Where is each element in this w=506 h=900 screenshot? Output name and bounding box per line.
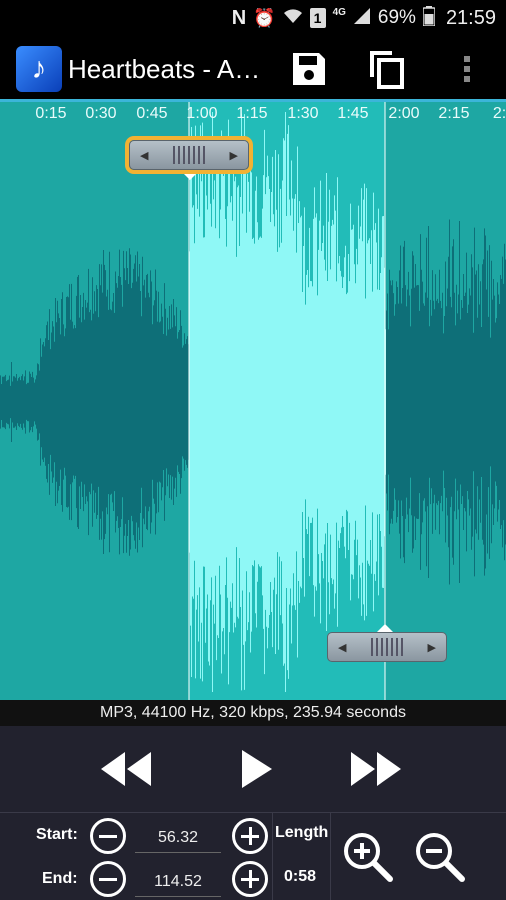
overflow-menu-icon bbox=[464, 56, 470, 82]
end-decrement-button[interactable] bbox=[90, 861, 126, 897]
divider bbox=[330, 813, 331, 900]
divider bbox=[272, 813, 273, 900]
status-bar: N ⏰ 1 4G 69% 21:59 bbox=[0, 0, 506, 36]
network-type: 4G bbox=[332, 6, 346, 18]
app-logo-music-note-icon[interactable]: ♪ bbox=[16, 46, 62, 92]
signal-icon bbox=[353, 7, 371, 30]
grip-icon bbox=[173, 146, 205, 164]
timeline-tick: 0:30 bbox=[85, 105, 117, 122]
battery-percent: 69% bbox=[377, 7, 416, 28]
n-notification-icon: N bbox=[231, 6, 247, 29]
copy-button[interactable] bbox=[364, 46, 410, 92]
end-handle[interactable]: ◀ ▶ bbox=[327, 632, 447, 662]
file-info: MP3, 44100 Hz, 320 kbps, 235.94 seconds bbox=[0, 700, 506, 726]
fast-forward-button[interactable] bbox=[346, 746, 406, 792]
left-arrow-icon: ◀ bbox=[140, 149, 149, 162]
timeline-tick: 0:45 bbox=[136, 105, 168, 122]
length-label: Length bbox=[275, 824, 329, 841]
play-button[interactable] bbox=[226, 746, 286, 792]
end-increment-button[interactable] bbox=[232, 861, 268, 897]
zoom-in-icon bbox=[344, 833, 393, 882]
timeline-tick: 2:00 bbox=[388, 105, 420, 122]
end-field[interactable]: 114.52 bbox=[135, 867, 221, 897]
battery-icon bbox=[422, 5, 436, 31]
rewind-button[interactable] bbox=[96, 746, 156, 792]
save-button[interactable] bbox=[286, 46, 332, 92]
start-label: Start: bbox=[36, 826, 78, 843]
sim-icon: 1 bbox=[309, 8, 326, 28]
timeline-tick: 1:15 bbox=[236, 105, 268, 122]
zoom-in-button[interactable] bbox=[338, 827, 398, 887]
timeline-tick: 2:15 bbox=[438, 105, 470, 122]
end-label: End: bbox=[42, 870, 78, 887]
zoom-out-button[interactable] bbox=[410, 827, 470, 887]
start-handle[interactable]: ◀ ▶ bbox=[129, 140, 249, 170]
start-marker-caret bbox=[182, 172, 198, 180]
length-value: 0:58 bbox=[284, 868, 317, 885]
overflow-menu-button[interactable] bbox=[444, 46, 490, 92]
fast-forward-icon bbox=[351, 752, 401, 786]
start-field[interactable]: 56.32 bbox=[135, 823, 221, 853]
transport-controls bbox=[0, 726, 506, 812]
grip-icon bbox=[371, 638, 403, 656]
clock: 21:59 bbox=[445, 6, 496, 29]
zoom-out-icon bbox=[416, 833, 465, 882]
timeline-tick: 0:15 bbox=[35, 105, 67, 122]
timeline-tick: 1:45 bbox=[337, 105, 369, 122]
start-decrement-button[interactable] bbox=[90, 818, 126, 854]
left-arrow-icon: ◀ bbox=[338, 641, 347, 654]
rewind-icon bbox=[101, 752, 151, 786]
play-icon bbox=[242, 750, 272, 788]
timeline-tick: 2:3 bbox=[492, 105, 506, 122]
page-title: Heartbeats - A… bbox=[68, 54, 261, 84]
right-arrow-icon: ▶ bbox=[427, 641, 436, 654]
waveform[interactable] bbox=[0, 102, 506, 700]
right-arrow-icon: ▶ bbox=[229, 149, 238, 162]
timeline-tick: 1:30 bbox=[287, 105, 319, 122]
selection-controls: Start: 56.32 End: 114.52 Length 0:58 bbox=[0, 812, 506, 900]
start-increment-button[interactable] bbox=[232, 818, 268, 854]
end-marker-caret bbox=[377, 624, 393, 632]
action-bar: ♪ Heartbeats - A… bbox=[0, 36, 506, 100]
waveform-area[interactable]: 0:150:300:451:001:151:301:452:002:152:3 … bbox=[0, 102, 506, 700]
wifi-icon bbox=[283, 7, 303, 30]
alarm-icon: ⏰ bbox=[253, 7, 276, 28]
timeline-tick: 1:00 bbox=[186, 105, 218, 122]
copy-icon bbox=[370, 51, 404, 89]
save-icon bbox=[293, 53, 325, 85]
